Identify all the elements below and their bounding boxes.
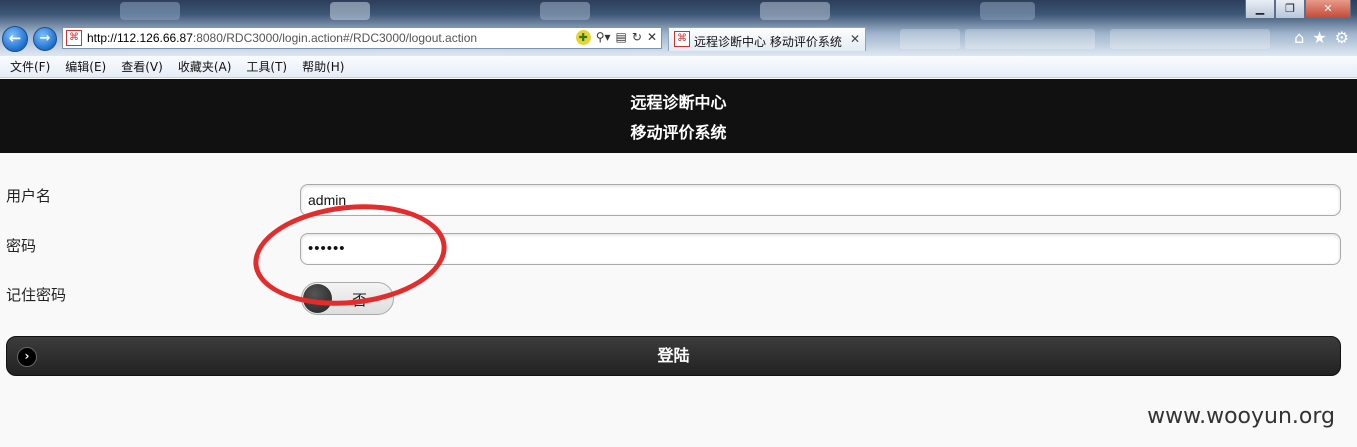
menu-file[interactable]: 文件(F) (10, 58, 50, 75)
page-header: 远程诊断中心 移动评价系统 (0, 79, 1357, 153)
forward-button[interactable]: → (33, 27, 57, 51)
desktop-blur (120, 2, 180, 20)
tab-favicon-icon: ⌘ (674, 31, 690, 47)
url-path: :8080/RDC3000/login.action#/RDC3000/logo… (192, 31, 478, 45)
site-favicon-icon: ⌘ (66, 30, 82, 46)
menu-bar: 文件(F) 编辑(E) 查看(V) 收藏夹(A) 工具(T) 帮助(H) (0, 56, 1357, 78)
header-subtitle: 移动评价系统 (630, 123, 727, 142)
password-label: 密码 (6, 237, 37, 255)
username-label: 用户名 (6, 187, 52, 205)
login-button-label: 登陆 (657, 346, 690, 365)
address-bar-icons: ✚ ⚲▾ ▤ ↻ ✕ (575, 30, 657, 45)
desktop-blur (980, 2, 1035, 20)
desktop-blur (330, 2, 370, 20)
refresh-icon[interactable]: ↻ (632, 30, 642, 45)
settings-gear-icon[interactable]: ⚙ (1335, 28, 1349, 47)
restore-button[interactable]: ❐ (1275, 0, 1305, 19)
url-host: http://112.126.66.87 (87, 31, 193, 45)
home-icon[interactable]: ⌂ (1294, 28, 1304, 47)
url-field[interactable]: http://112.126.66.87:8080/RDC3000/login.… (87, 31, 477, 45)
password-input[interactable]: •••••• (300, 233, 1341, 265)
tab-close-icon[interactable]: ✕ (850, 32, 860, 46)
remember-label: 记住密码 (6, 286, 67, 304)
minimize-button[interactable]: ▁ (1245, 0, 1275, 19)
menu-view[interactable]: 查看(V) (121, 58, 163, 75)
browser-chrome: ▁ ❐ ✕ ← → ⌘ http://112.126.66.87:8080/RD… (0, 0, 1357, 56)
desktop-blur (540, 2, 590, 20)
username-input[interactable]: admin (300, 184, 1341, 216)
tab-title: 远程诊断中心 移动评价系统 (694, 35, 842, 49)
compatibility-view-icon[interactable]: ✚ (575, 30, 591, 45)
toggle-state-label: 否 (352, 291, 368, 309)
close-window-button[interactable]: ✕ (1305, 0, 1351, 19)
compat-page-icon[interactable]: ▤ (616, 30, 627, 45)
taskbar-blur (900, 29, 960, 49)
menu-edit[interactable]: 编辑(E) (65, 58, 106, 75)
favorites-star-icon[interactable]: ★ (1312, 28, 1326, 47)
taskbar-blur (965, 29, 1095, 49)
menu-favorites[interactable]: 收藏夹(A) (178, 58, 232, 75)
chevron-right-icon: › (17, 347, 37, 367)
stop-icon[interactable]: ✕ (647, 30, 657, 45)
remember-toggle[interactable]: 否 (301, 282, 394, 315)
menu-tools[interactable]: 工具(T) (246, 58, 287, 75)
browser-tools: ⌂ ★ ⚙ (1294, 28, 1349, 47)
toggle-knob[interactable] (303, 284, 332, 313)
tab-active[interactable]: ⌘ 远程诊断中心 移动评价系统 ✕ (668, 27, 866, 51)
desktop-blur (760, 2, 830, 20)
taskbar-blur (1110, 29, 1270, 49)
login-button[interactable]: › 登陆 (6, 336, 1341, 376)
address-bar[interactable]: ⌘ http://112.126.66.87:8080/RDC3000/logi… (62, 27, 662, 49)
search-icon[interactable]: ⚲▾ (596, 30, 611, 45)
window-controls: ▁ ❐ ✕ (1245, 0, 1351, 19)
header-title: 远程诊断中心 (630, 93, 727, 112)
back-button[interactable]: ← (2, 26, 28, 52)
menu-help[interactable]: 帮助(H) (302, 58, 344, 75)
watermark: www.wooyun.org (1147, 404, 1335, 429)
